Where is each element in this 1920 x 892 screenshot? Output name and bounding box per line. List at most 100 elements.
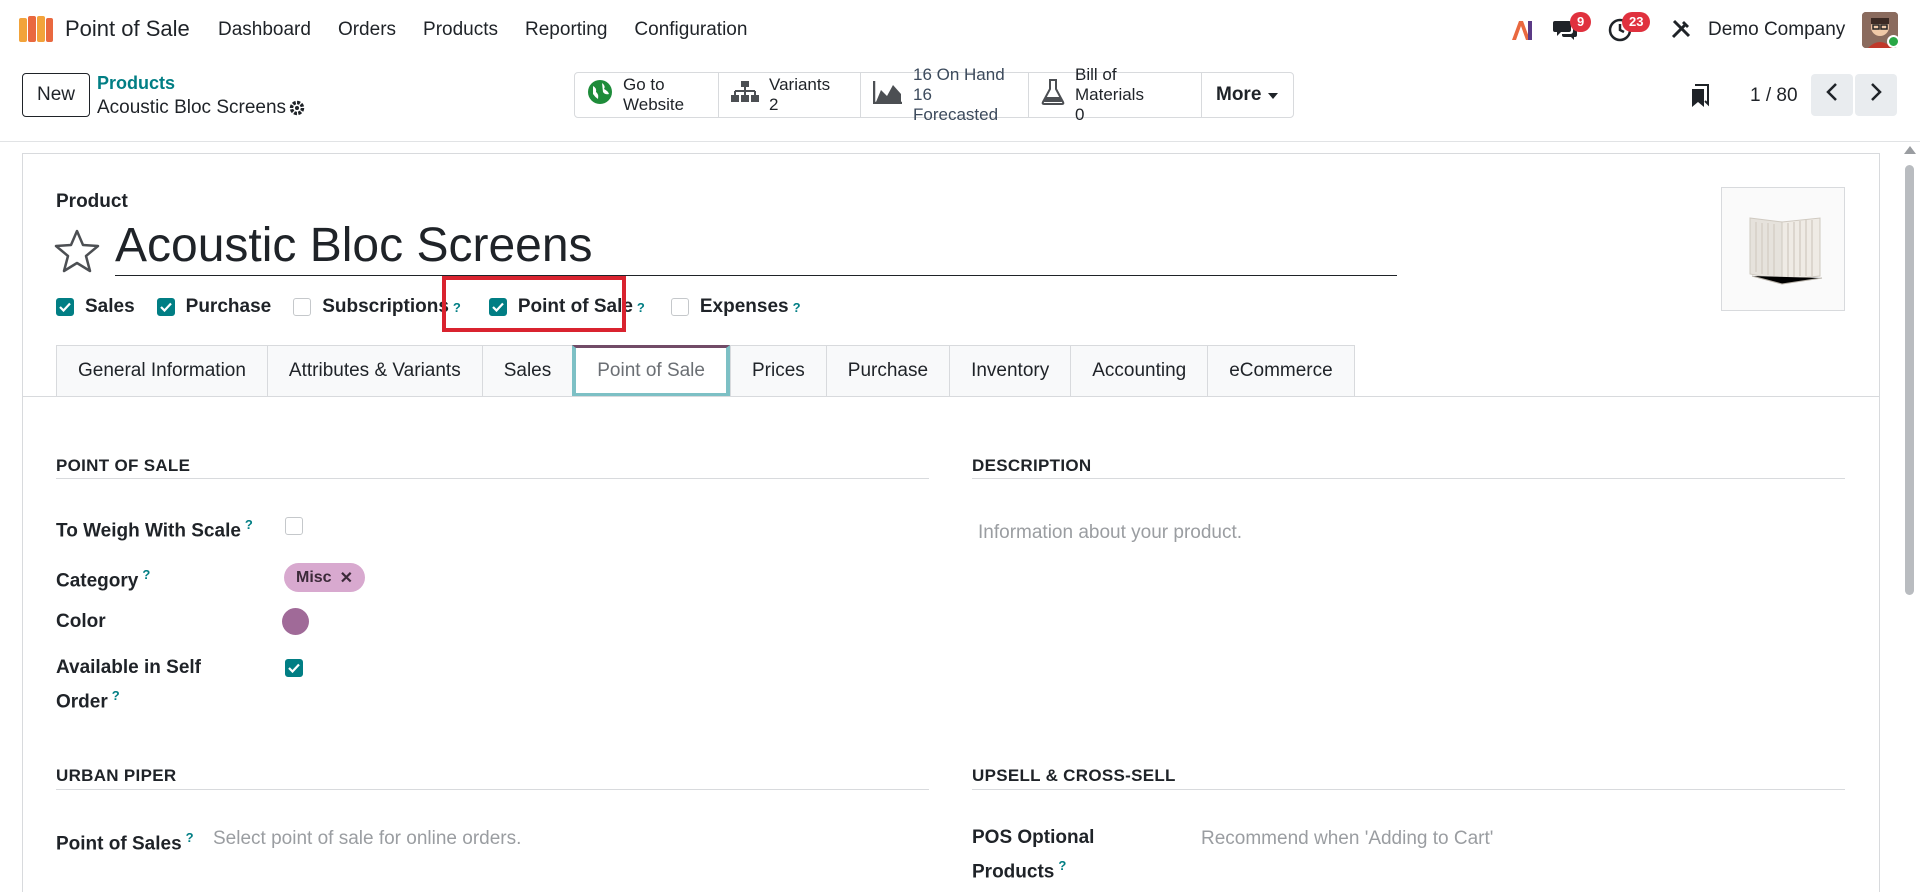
point-of-sales-input[interactable]: Select point of sale for online orders. xyxy=(213,828,521,850)
tab-sales[interactable]: Sales xyxy=(481,345,573,397)
help-icon[interactable]: ? xyxy=(793,300,801,315)
purchase-flag-label: Purchase xyxy=(185,296,272,317)
ai-icon[interactable] xyxy=(1510,19,1534,47)
tab-general-information[interactable]: General Information xyxy=(56,345,267,397)
color-swatch[interactable] xyxy=(282,608,309,635)
tab-prices[interactable]: Prices xyxy=(729,345,826,397)
remove-tag-icon[interactable]: ✕ xyxy=(340,568,353,588)
activities-badge: 23 xyxy=(1622,12,1651,32)
to-weigh-checkbox[interactable] xyxy=(285,517,303,535)
category-tag-label: Misc xyxy=(296,568,332,586)
smart-buttons: Go to Website Variants 2 16 On Hand 16 Fore… xyxy=(574,65,1295,124)
go-to-website-button[interactable]: Go to Website xyxy=(575,73,719,117)
tab-attributes-variants[interactable]: Attributes & Variants xyxy=(266,345,482,397)
self-order-checkbox[interactable] xyxy=(285,659,303,677)
menu-configuration[interactable]: Configuration xyxy=(634,19,747,41)
product-name-input[interactable] xyxy=(115,216,1397,276)
debug-tools-icon[interactable] xyxy=(1670,18,1692,46)
product-type-label: Product xyxy=(56,191,128,212)
tab-point-of-sale[interactable]: Point of Sale xyxy=(572,345,730,397)
pager-value[interactable]: 1 / 80 xyxy=(1750,85,1798,107)
description-section-rule xyxy=(972,478,1845,479)
hierarchy-icon xyxy=(731,80,759,110)
flag-sales[interactable]: Sales xyxy=(56,296,135,318)
company-switcher[interactable]: Demo Company xyxy=(1708,19,1845,41)
new-button[interactable]: New xyxy=(22,73,90,117)
top-navbar: Point of Sale Dashboard Orders Products … xyxy=(0,0,1920,60)
forecasted-qty: 16 Forecasted xyxy=(913,85,999,124)
tabs-divider xyxy=(23,396,1879,397)
tab-purchase[interactable]: Purchase xyxy=(825,345,950,397)
scrollbar-thumb[interactable] xyxy=(1905,165,1914,595)
online-status-dot xyxy=(1887,35,1900,48)
help-icon[interactable]: ? xyxy=(1058,858,1066,873)
tab-ecommerce[interactable]: eCommerce xyxy=(1207,345,1355,397)
chevron-right-icon xyxy=(1869,82,1883,108)
more-dropdown-button[interactable]: More xyxy=(1202,73,1293,117)
chevron-left-icon xyxy=(1825,82,1839,108)
flag-subscriptions[interactable]: Subscriptions ? xyxy=(293,296,461,318)
bom-label: Bill of Materials xyxy=(1075,65,1144,104)
purchase-checkbox[interactable] xyxy=(156,298,175,316)
globe-icon xyxy=(587,79,613,111)
menu-products[interactable]: Products xyxy=(423,19,498,41)
tab-inventory[interactable]: Inventory xyxy=(949,345,1071,397)
category-tag[interactable]: Misc ✕ xyxy=(284,563,365,592)
point-of-sale-highlight-box xyxy=(442,276,626,332)
menu-orders[interactable]: Orders xyxy=(338,19,396,41)
sales-checkbox[interactable] xyxy=(56,298,74,316)
pager-next-button[interactable] xyxy=(1855,74,1897,116)
category-label: Category? xyxy=(56,567,151,592)
menu-reporting[interactable]: Reporting xyxy=(525,19,607,41)
tab-accounting[interactable]: Accounting xyxy=(1070,345,1208,397)
help-icon[interactable]: ? xyxy=(142,567,150,582)
pos-section-title: POINT OF SALE xyxy=(56,456,191,475)
main-menu: Dashboard Orders Products Reporting Conf… xyxy=(218,19,774,41)
favorite-star-icon[interactable] xyxy=(54,229,100,279)
notebook-tabs: General Information Attributes & Variant… xyxy=(56,345,1355,397)
more-label: More xyxy=(1216,84,1262,105)
menu-dashboard[interactable]: Dashboard xyxy=(218,19,311,41)
messages-badge: 9 xyxy=(1570,12,1592,32)
variants-count: 2 xyxy=(769,95,779,114)
expenses-checkbox[interactable] xyxy=(670,298,689,316)
breadcrumb-products-link[interactable]: Products xyxy=(97,73,175,94)
gear-icon[interactable] xyxy=(288,99,306,123)
variants-button[interactable]: Variants 2 xyxy=(719,73,861,117)
website-line-2: Website xyxy=(623,95,685,114)
app-logo-icon[interactable] xyxy=(18,14,54,46)
help-icon[interactable]: ? xyxy=(637,300,645,315)
to-weigh-label: To Weigh With Scale? xyxy=(56,517,253,542)
breadcrumb-current: Acoustic Bloc Screens xyxy=(97,97,287,118)
area-chart-icon xyxy=(872,80,903,110)
on-hand-qty: 16 On Hand xyxy=(913,65,1005,84)
flag-expenses[interactable]: Expenses ? xyxy=(670,296,801,318)
help-icon[interactable]: ? xyxy=(186,830,194,845)
on-hand-button[interactable]: 16 On Hand 16 Forecasted xyxy=(861,65,1029,124)
app-name[interactable]: Point of Sale xyxy=(65,16,190,42)
pos-optional-products-input[interactable]: Recommend when 'Adding to Cart' xyxy=(1201,828,1493,850)
help-icon[interactable]: ? xyxy=(245,517,253,532)
pager-previous-button[interactable] xyxy=(1811,74,1853,116)
bill-of-materials-button[interactable]: Bill of Materials 0 xyxy=(1029,65,1202,124)
color-label: Color xyxy=(56,611,106,632)
caret-down-icon xyxy=(1267,84,1279,106)
product-image[interactable] xyxy=(1721,187,1845,311)
subscriptions-flag-label: Subscriptions xyxy=(322,296,449,317)
help-icon[interactable]: ? xyxy=(112,688,120,703)
scroll-up-arrow-icon[interactable] xyxy=(1904,146,1916,154)
urban-piper-section-title: URBAN PIPER xyxy=(56,766,177,785)
website-line-1: Go to xyxy=(623,75,665,94)
flask-icon xyxy=(1041,79,1065,111)
bookmark-icon[interactable] xyxy=(1690,84,1710,114)
upsell-section-rule xyxy=(972,789,1845,790)
flag-purchase[interactable]: Purchase xyxy=(156,296,272,318)
subscriptions-checkbox[interactable] xyxy=(293,298,312,316)
product-flags: Sales Purchase Subscriptions ? Point of … xyxy=(56,296,823,318)
description-input[interactable]: Information about your product. xyxy=(978,522,1242,544)
sales-flag-label: Sales xyxy=(85,296,135,317)
control-panel-divider xyxy=(0,141,1920,142)
upsell-section-title: UPSELL & CROSS-SELL xyxy=(972,766,1176,785)
expenses-flag-label: Expenses xyxy=(699,296,789,317)
description-section-title: DESCRIPTION xyxy=(972,456,1092,475)
